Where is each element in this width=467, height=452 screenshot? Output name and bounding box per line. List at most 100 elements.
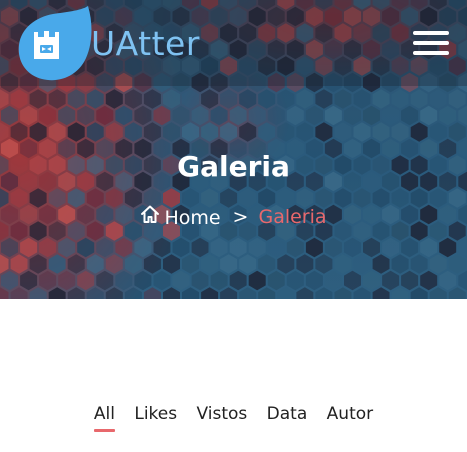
hexagon-tile — [229, 237, 247, 258]
hexagon-tile — [134, 270, 152, 291]
hexagon-tile — [39, 270, 57, 291]
hexagon-tile — [305, 270, 323, 291]
hexagon-tile — [420, 237, 438, 258]
hexagon-tile — [0, 254, 9, 274]
hexagon-tile — [315, 254, 333, 274]
hexagon-tile — [153, 105, 171, 126]
hexagon-tile — [448, 89, 466, 109]
hexagon-tile — [258, 89, 276, 109]
hexagon-tile — [353, 287, 371, 299]
hexagon-tile — [182, 89, 199, 109]
hexagon-tile — [182, 287, 199, 299]
hexagon-tile — [163, 287, 180, 299]
hamburger-menu-icon[interactable] — [410, 28, 452, 58]
hexagon-tile — [143, 287, 161, 299]
hexagon-tile — [191, 105, 209, 126]
hexagon-tile — [163, 254, 180, 274]
hexagon-tile — [48, 89, 66, 109]
menu-bar — [413, 51, 449, 55]
hexagon-tile — [20, 105, 38, 126]
hexagon-tile — [391, 287, 409, 299]
hexagon-tile — [334, 89, 352, 109]
hexagon-tile — [220, 122, 238, 142]
hexagon-tile — [153, 270, 171, 291]
hexagon-tile — [86, 122, 104, 142]
breadcrumb-current: Galeria — [258, 205, 327, 228]
hexagon-tile — [105, 254, 123, 274]
hexagon-tile — [239, 122, 257, 142]
hexagon-tile — [48, 122, 66, 142]
hexagon-tile — [67, 287, 85, 299]
hexagon-tile — [39, 237, 57, 258]
menu-bar — [413, 31, 449, 35]
hexagon-tile — [115, 105, 133, 126]
site-logo[interactable] — [18, 4, 92, 82]
hexagon-tile — [420, 105, 438, 126]
hexagon-tile — [10, 122, 28, 142]
hexagon-tile — [239, 254, 257, 274]
hexagon-tile — [267, 237, 285, 258]
hexagon-tile — [29, 122, 47, 142]
hexagon-tile — [296, 89, 314, 109]
hexagon-tile — [48, 254, 66, 274]
hexagon-tile — [191, 270, 209, 291]
hero-banner: UAtter Galeria Home > Galeria — [0, 0, 467, 299]
hexagon-tile — [258, 254, 276, 274]
hexagon-tile — [296, 287, 314, 299]
hexagon-tile — [344, 105, 361, 126]
hexagon-tile — [201, 89, 219, 109]
hexagon-tile — [363, 105, 380, 126]
hexagon-tile — [258, 287, 276, 299]
hexagon-tile — [96, 237, 114, 258]
hexagon-tile — [58, 270, 76, 291]
hexagon-tile — [296, 122, 314, 142]
filter-data[interactable]: Data — [267, 404, 308, 432]
hexagon-tile — [353, 89, 371, 109]
hexagon-tile — [458, 105, 467, 126]
hexagon-tile — [20, 237, 38, 258]
brand-name[interactable]: UAtter — [91, 22, 200, 66]
hexagon-tile — [458, 237, 467, 258]
hexagon-tile — [77, 237, 95, 258]
hexagon-tile — [124, 254, 142, 274]
hexagon-tile — [172, 105, 190, 126]
hexagon-tile — [277, 254, 295, 274]
hexagon-tile — [277, 287, 295, 299]
hexagon-tile — [29, 89, 47, 109]
hexagon-tile — [58, 237, 76, 258]
hexagon-tile — [286, 270, 304, 291]
filter-all[interactable]: All — [93, 404, 116, 432]
hexagon-tile — [239, 89, 257, 109]
hexagon-tile — [334, 254, 352, 274]
hexagon-tile — [324, 270, 342, 291]
hexagon-tile — [1, 237, 18, 258]
hexagon-tile — [448, 287, 466, 299]
hexagon-tile — [20, 270, 38, 291]
hexagon-tile — [315, 89, 333, 109]
hexagon-tile — [58, 105, 76, 126]
hexagon-tile — [277, 122, 295, 142]
hexagon-tile — [201, 254, 219, 274]
hexagon-tile — [391, 122, 409, 142]
hexagon-tile — [458, 270, 467, 291]
hexagon-tile — [29, 254, 47, 274]
filter-likes[interactable]: Likes — [134, 404, 177, 432]
hexagon-tile — [105, 122, 123, 142]
hexagon-tile — [382, 270, 400, 291]
filter-vistos[interactable]: Vistos — [197, 404, 248, 432]
hexagon-tile — [324, 105, 342, 126]
hexagon-tile — [67, 89, 85, 109]
hexagon-tile — [248, 237, 266, 258]
hexagon-tile — [277, 89, 295, 109]
breadcrumb-home-link[interactable]: Home — [140, 204, 221, 229]
filter-autor[interactable]: Autor — [327, 404, 373, 432]
hexagon-tile — [86, 89, 104, 109]
hexagon-tile — [448, 254, 466, 274]
hexagon-tile — [172, 270, 190, 291]
hexagon-tile — [77, 105, 95, 126]
hexagon-tile — [220, 254, 238, 274]
hexagon-tile — [439, 237, 457, 258]
hexagon-tile — [0, 122, 9, 142]
hexagon-tile — [48, 287, 66, 299]
hexagon-tile — [429, 89, 447, 109]
